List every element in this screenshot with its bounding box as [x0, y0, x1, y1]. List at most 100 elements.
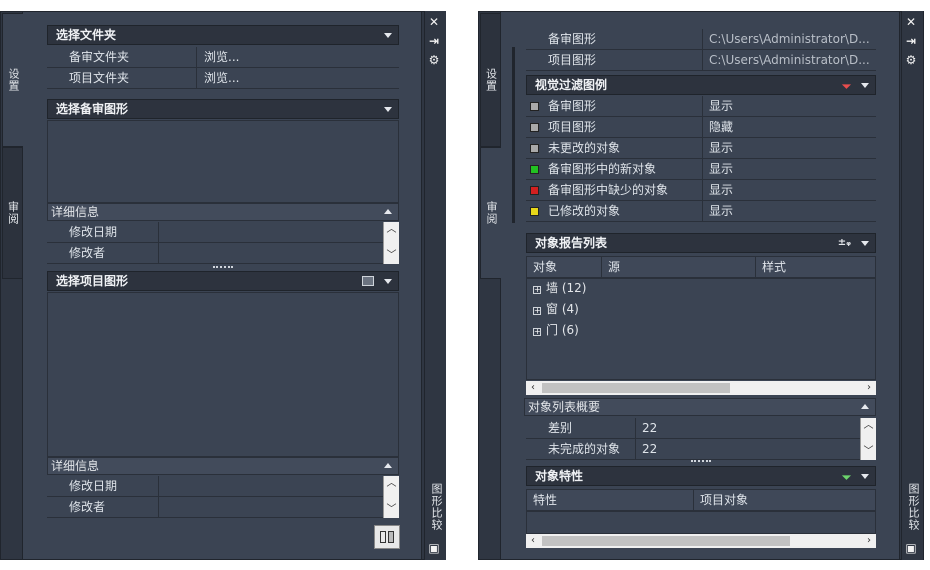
legend-row[interactable]: 已修改的对象 显示	[526, 201, 876, 222]
close-icon[interactable]: ✕	[904, 15, 918, 29]
scroll-down-icon[interactable]: ﹀	[861, 444, 876, 460]
summary-incomplete-label: 未完成的对象	[526, 439, 636, 460]
properties-header[interactable]: 对象特性 ⏷	[526, 466, 876, 486]
chevron-down-icon[interactable]	[384, 107, 392, 112]
summary-scrollbar[interactable]: ︿ ﹀	[860, 418, 876, 460]
column-project-object[interactable]: 项目对象	[694, 490, 876, 510]
project-drawing-list[interactable]	[47, 292, 399, 457]
scroll-left-icon[interactable]: ‹	[526, 534, 540, 548]
legend-visibility[interactable]: 显示	[703, 96, 876, 117]
scroll-up-icon[interactable]: ︿	[384, 476, 399, 492]
chevron-up-icon[interactable]	[384, 463, 392, 468]
filter-icon[interactable]: ⏷	[842, 469, 851, 487]
review-drawing-label: 备审图形	[526, 29, 703, 50]
compare-button[interactable]	[374, 525, 400, 549]
summary-incomplete-value: 22	[642, 442, 658, 456]
tab-review[interactable]: 审阅	[2, 147, 23, 279]
project-drawing-path: C:\Users\Administrator\D...	[709, 53, 870, 67]
legend-row[interactable]: 备审图形中缺少的对象 显示	[526, 180, 876, 201]
close-icon[interactable]: ✕	[427, 15, 441, 29]
legend-color-swatch	[530, 207, 539, 216]
splitter-handle[interactable]	[213, 266, 233, 270]
expand-icon[interactable]: +	[533, 307, 541, 315]
legend-visibility[interactable]: 显示	[703, 159, 876, 180]
legend-row[interactable]: 项目图形 隐藏	[526, 117, 876, 138]
folder-section-header[interactable]: 选择文件夹	[47, 25, 399, 45]
tab-review[interactable]: 审阅	[480, 147, 501, 279]
scroll-right-icon[interactable]: ›	[862, 381, 876, 395]
details-row: 修改者	[47, 243, 383, 264]
properties-hscroll[interactable]: ‹ ›	[526, 534, 876, 548]
details-header[interactable]: 详细信息	[47, 457, 399, 475]
properties-title: 对象特性	[535, 469, 584, 483]
column-source[interactable]: 源	[602, 257, 756, 277]
review-drawing-header[interactable]: 选择备审图形	[47, 99, 399, 119]
scroll-thumb[interactable]	[542, 536, 790, 546]
report-list-header[interactable]: 对象报告列表 ±ᵩ	[526, 233, 876, 253]
chevron-up-icon[interactable]	[384, 209, 392, 214]
report-list-title: 对象报告列表	[535, 236, 608, 250]
project-drawing-header[interactable]: 选择项目图形	[47, 271, 399, 291]
properties-body[interactable]	[526, 511, 876, 534]
details-header[interactable]: 详细信息	[47, 203, 399, 221]
pin-icon[interactable]: ⇥	[427, 34, 441, 48]
expand-icon[interactable]: +	[533, 286, 541, 294]
details-modifier-value	[159, 497, 383, 518]
details-scrollbar[interactable]: ︿ ﹀	[383, 476, 399, 518]
chevron-down-icon[interactable]	[861, 83, 869, 88]
pin-icon[interactable]: ⇥	[904, 34, 918, 48]
chevron-up-icon[interactable]	[861, 404, 869, 409]
scroll-left-icon[interactable]: ‹	[526, 381, 540, 395]
folder-open-icon[interactable]	[362, 276, 374, 286]
scroll-up-icon[interactable]: ︿	[861, 418, 876, 434]
legend-visibility[interactable]: 显示	[703, 201, 876, 222]
tab-settings[interactable]: 设置	[2, 13, 23, 147]
tree-item-doors[interactable]: + 门 (6)	[533, 320, 579, 340]
zoom-settings-icon[interactable]: ±ᵩ	[838, 234, 851, 252]
chevron-down-icon[interactable]	[384, 279, 392, 284]
details-modifier-value	[159, 243, 383, 264]
palette-title: 图形比较	[907, 483, 920, 531]
report-list-hscroll[interactable]: ‹ ›	[526, 381, 876, 395]
legend-visibility[interactable]: 隐藏	[703, 117, 876, 138]
scroll-indicator[interactable]	[512, 47, 515, 223]
column-property[interactable]: 特性	[527, 490, 694, 510]
chevron-down-icon[interactable]	[861, 474, 869, 479]
tree-item-windows[interactable]: + 窗 (4)	[533, 299, 579, 319]
expand-icon[interactable]: +	[533, 328, 541, 336]
scroll-down-icon[interactable]: ﹀	[384, 502, 399, 518]
scroll-up-icon[interactable]: ︿	[384, 222, 399, 238]
gear-icon[interactable]: ⚙	[904, 53, 918, 67]
legend-title: 视觉过滤图例	[535, 78, 608, 92]
review-drawing-list[interactable]	[47, 120, 399, 203]
right-palette-titlebar	[901, 11, 923, 560]
tab-settings[interactable]: 设置	[480, 13, 501, 147]
legend-row[interactable]: 未更改的对象 显示	[526, 138, 876, 159]
legend-visibility[interactable]: 显示	[703, 180, 876, 201]
chevron-down-icon[interactable]	[861, 241, 869, 246]
project-folder-browse[interactable]: 浏览...	[197, 68, 399, 89]
legend-color-swatch	[530, 144, 539, 153]
filter-icon[interactable]: ⏷	[842, 78, 851, 96]
scroll-right-icon[interactable]: ›	[862, 534, 876, 548]
legend-row[interactable]: 备审图形 显示	[526, 96, 876, 117]
summary-header[interactable]: 对象列表概要	[524, 398, 876, 416]
splitter-handle[interactable]	[691, 460, 711, 464]
legend-row[interactable]: 备审图形中的新对象 显示	[526, 159, 876, 180]
column-style[interactable]: 样式	[756, 257, 876, 277]
legend-label: 未更改的对象	[526, 138, 703, 159]
scroll-thumb[interactable]	[542, 383, 730, 393]
tree-item-label: 窗 (4)	[546, 302, 579, 316]
legend-color-swatch	[530, 102, 539, 111]
details-scrollbar[interactable]: ︿ ﹀	[383, 222, 399, 264]
legend-header[interactable]: 视觉过滤图例 ⏷	[526, 75, 876, 95]
legend-visibility[interactable]: 显示	[703, 138, 876, 159]
tree-item-walls[interactable]: + 墙 (12)	[533, 278, 586, 298]
column-object[interactable]: 对象	[527, 257, 602, 277]
gear-icon[interactable]: ⚙	[427, 53, 441, 67]
review-folder-browse[interactable]: 浏览...	[197, 47, 399, 68]
chevron-down-icon[interactable]	[384, 33, 392, 38]
palette-menu-icon[interactable]: ▣	[904, 541, 918, 555]
palette-menu-icon[interactable]: ▣	[427, 541, 441, 555]
scroll-down-icon[interactable]: ﹀	[384, 248, 399, 264]
